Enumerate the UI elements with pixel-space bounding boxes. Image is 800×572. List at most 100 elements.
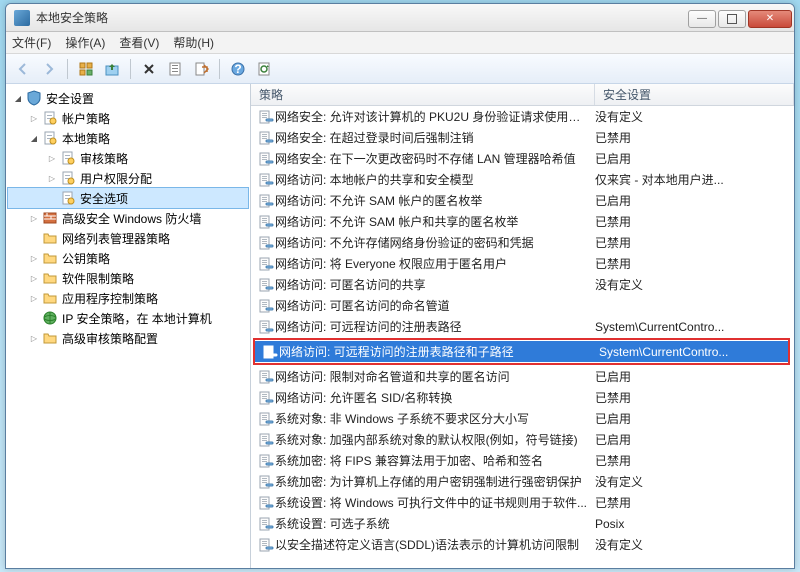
tree-item-label: 审核策略 [80,150,128,167]
col-setting[interactable]: 安全设置 [595,84,794,105]
menu-view[interactable]: 查看(V) [119,34,159,51]
policy-row[interactable]: 网络安全: 在下一次更改密码时不存储 LAN 管理器哈希值已启用 [251,148,794,169]
policy-row[interactable]: 网络访问: 可远程访问的注册表路径System\CurrentContro... [251,316,794,337]
content-area: 安全设置 帐户策略本地策略审核策略用户权限分配安全选项高级安全 Windows … [6,84,794,568]
expand-icon[interactable] [28,113,40,124]
tree-item[interactable]: 网络列表管理器策略 [8,228,248,248]
policy-row[interactable]: 网络访问: 将 Everyone 权限应用于匿名用户已禁用 [251,253,794,274]
tree-item[interactable]: 高级审核策略配置 [8,328,248,348]
policy-setting: 没有定义 [595,536,794,553]
app-window: 本地安全策略 文件(F) 操作(A) 查看(V) 帮助(H) ? [5,3,795,569]
policy-icon [257,172,275,188]
policy-row[interactable]: 系统设置: 可选子系统Posix [251,513,794,534]
policy-setting: System\CurrentContro... [599,345,788,359]
policy-name: 网络访问: 不允许存储网络身份验证的密码和凭据 [275,234,595,251]
tree-item[interactable]: 用户权限分配 [8,168,248,188]
up-button[interactable] [101,58,123,80]
minimize-button[interactable] [688,10,716,28]
policy-row[interactable]: 系统设置: 将 Windows 可执行文件中的证书规则用于软件...已禁用 [251,492,794,513]
menu-action[interactable]: 操作(A) [65,34,105,51]
forward-button[interactable] [38,58,60,80]
tree-item[interactable]: 应用程序控制策略 [8,288,248,308]
tree-item-label: 软件限制策略 [62,270,134,287]
policy-name: 系统加密: 为计算机上存储的用户密钥强制进行强密钥保护 [275,473,595,490]
policy-row[interactable]: 网络访问: 可匿名访问的共享没有定义 [251,274,794,295]
policy-setting: 没有定义 [595,276,794,293]
policy-icon [257,319,275,335]
expand-icon[interactable] [28,253,40,264]
policy-row[interactable]: 系统加密: 为计算机上存储的用户密钥强制进行强密钥保护没有定义 [251,471,794,492]
tree-item[interactable]: 本地策略 [8,128,248,148]
policy-row[interactable]: 网络访问: 不允许存储网络身份验证的密码和凭据已禁用 [251,232,794,253]
policy-setting: 已启用 [595,368,794,385]
maximize-button[interactable] [718,10,746,28]
policy-row[interactable]: 以安全描述符定义语言(SDDL)语法表示的计算机访问限制没有定义 [251,534,794,555]
policy-name: 网络访问: 可匿名访问的命名管道 [275,297,595,314]
app-icon [14,10,30,26]
policy-setting: 已启用 [595,192,794,209]
close-button[interactable] [748,10,792,28]
policy-setting: 已禁用 [595,389,794,406]
show-tree-button[interactable] [75,58,97,80]
policy-row[interactable]: 网络访问: 可远程访问的注册表路径和子路径System\CurrentContr… [255,341,788,362]
expand-icon[interactable] [12,93,24,104]
policy-setting: 没有定义 [595,473,794,490]
policy-row[interactable]: 系统加密: 将 FIPS 兼容算法用于加密、哈希和签名已禁用 [251,450,794,471]
tree-item[interactable]: 高级安全 Windows 防火墙 [8,208,248,228]
tree-item[interactable]: 帐户策略 [8,108,248,128]
policy-row[interactable]: 系统对象: 加强内部系统对象的默认权限(例如，符号链接)已启用 [251,429,794,450]
tree-item[interactable]: 安全选项 [8,188,248,208]
tree-item[interactable]: 审核策略 [8,148,248,168]
tree-item-label: 安全选项 [80,190,128,207]
expand-icon[interactable] [28,133,40,144]
properties-button[interactable] [164,58,186,80]
delete-button[interactable] [138,58,160,80]
policy-row[interactable]: 系统对象: 非 Windows 子系统不要求区分大小写已启用 [251,408,794,429]
tree-item-label: 高级审核策略配置 [62,330,158,347]
policy-row[interactable]: 网络访问: 本地帐户的共享和安全模型仅来宾 - 对本地用户进... [251,169,794,190]
expand-icon[interactable] [28,293,40,304]
policy-icon [257,432,275,448]
policy-row[interactable]: 网络访问: 允许匿名 SID/名称转换已禁用 [251,387,794,408]
policy-icon [257,369,275,385]
tree-item[interactable]: IP 安全策略，在 本地计算机 [8,308,248,328]
policy-row[interactable]: 网络访问: 限制对命名管道和共享的匿名访问已启用 [251,366,794,387]
expand-icon[interactable] [28,333,40,344]
window-title: 本地安全策略 [36,9,688,26]
ip-icon [42,310,58,326]
policy-name: 网络安全: 在超过登录时间后强制注销 [275,129,595,146]
expand-icon[interactable] [28,273,40,284]
policy-name: 网络访问: 不允许 SAM 帐户和共享的匿名枚举 [275,213,595,230]
list-header: 策略 安全设置 [251,84,794,106]
nav-tree[interactable]: 安全设置 帐户策略本地策略审核策略用户权限分配安全选项高级安全 Windows … [6,84,251,568]
policy-list[interactable]: 策略 安全设置 网络安全: 允许对该计算机的 PKU2U 身份验证请求使用联..… [251,84,794,568]
refresh-button[interactable] [253,58,275,80]
policy-name: 网络安全: 在下一次更改密码时不存储 LAN 管理器哈希值 [275,150,595,167]
tree-item[interactable]: 软件限制策略 [8,268,248,288]
tree-item[interactable]: 公钥策略 [8,248,248,268]
col-policy[interactable]: 策略 [251,84,595,105]
menu-file[interactable]: 文件(F) [12,34,51,51]
tree-root[interactable]: 安全设置 [8,88,248,108]
folder-icon [42,290,58,306]
policy-icon [257,214,275,230]
expand-icon[interactable] [28,213,40,224]
policy-row[interactable]: 网络访问: 可匿名访问的命名管道 [251,295,794,316]
expand-icon[interactable] [46,173,58,184]
back-button[interactable] [12,58,34,80]
highlight-box: 网络访问: 可远程访问的注册表路径和子路径System\CurrentContr… [253,338,790,365]
policy-row[interactable]: 网络访问: 不允许 SAM 帐户和共享的匿名枚举已禁用 [251,211,794,232]
policy-row[interactable]: 网络安全: 允许对该计算机的 PKU2U 身份验证请求使用联...没有定义 [251,106,794,127]
separator [130,59,131,79]
export-button[interactable] [190,58,212,80]
menu-help[interactable]: 帮助(H) [173,34,214,51]
titlebar[interactable]: 本地安全策略 [6,4,794,32]
doc-icon [42,110,58,126]
help-button[interactable]: ? [227,58,249,80]
policy-name: 以安全描述符定义语言(SDDL)语法表示的计算机访问限制 [275,536,595,553]
expand-icon[interactable] [46,153,58,164]
policy-icon [257,537,275,553]
policy-row[interactable]: 网络访问: 不允许 SAM 帐户的匿名枚举已启用 [251,190,794,211]
policy-name: 网络访问: 可远程访问的注册表路径和子路径 [279,343,599,360]
policy-row[interactable]: 网络安全: 在超过登录时间后强制注销已禁用 [251,127,794,148]
